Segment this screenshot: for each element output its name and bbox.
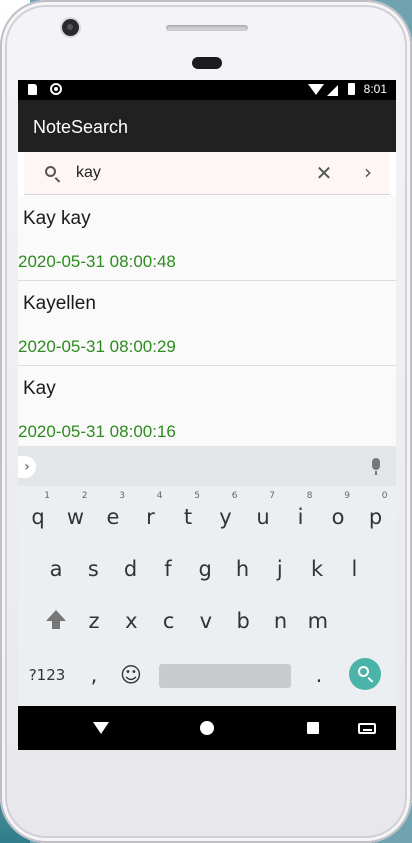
keyboard-search-button[interactable] (349, 658, 381, 690)
status-bar: 8:01 (18, 80, 396, 100)
key-hint-number: 1 (44, 491, 50, 501)
key-v[interactable]: v (188, 600, 224, 642)
search-bar: kay ✕ › (18, 152, 396, 196)
period-key[interactable]: . (301, 654, 337, 696)
key-h[interactable]: h (225, 548, 261, 590)
key-x[interactable]: x (113, 600, 149, 642)
key-a[interactable]: a (38, 548, 74, 590)
key-y[interactable]: y6 (208, 491, 244, 538)
key-letter: r (146, 505, 155, 529)
keyboard-row-3: zxcvbnm (18, 600, 396, 642)
shift-key[interactable] (28, 600, 66, 642)
emoji-key[interactable]: ☺ (113, 654, 149, 696)
key-hint-number: 0 (381, 491, 388, 501)
list-item[interactable]: Kayellen 2020-05-31 08:00:29 (18, 281, 396, 366)
key-letter: i (297, 505, 304, 529)
front-camera (62, 19, 79, 36)
list-item[interactable]: Kay kay 2020-05-31 08:00:48 (18, 196, 396, 281)
key-letter: y (219, 505, 232, 529)
key-l[interactable]: l (336, 548, 372, 590)
search-icon (358, 666, 369, 677)
wifi-icon (308, 84, 324, 95)
notes-list: Kay kay 2020-05-31 08:00:48 Kayellen 202… (18, 196, 396, 451)
note-title: Kayellen (23, 293, 96, 314)
key-letter: w (66, 505, 85, 529)
status-time: 8:01 (363, 82, 387, 96)
key-e[interactable]: e3 (95, 491, 131, 538)
microphone-icon[interactable] (372, 458, 380, 475)
note-date: 2020-05-31 08:00:48 (18, 252, 176, 271)
submit-search-icon[interactable]: › (360, 162, 376, 182)
key-i[interactable]: i8 (283, 491, 319, 538)
key-hint-number: 4 (156, 491, 163, 501)
key-z[interactable]: z (76, 600, 112, 642)
key-w[interactable]: w2 (58, 491, 94, 538)
key-s[interactable]: s (75, 548, 111, 590)
key-hint-number: 9 (344, 491, 350, 501)
symbols-key[interactable]: ?123 (26, 654, 68, 696)
clear-icon[interactable]: ✕ (314, 163, 334, 183)
back-icon[interactable] (93, 722, 109, 734)
key-hint-number: 5 (194, 491, 200, 501)
key-letter: o (331, 505, 345, 529)
note-date: 2020-05-31 08:00:16 (18, 422, 176, 441)
key-d[interactable]: d (113, 548, 149, 590)
key-g[interactable]: g (187, 548, 223, 590)
key-o[interactable]: o9 (320, 491, 356, 538)
key-u[interactable]: u7 (245, 491, 281, 538)
recent-apps-icon[interactable] (307, 722, 319, 734)
list-item[interactable]: Kay 2020-05-31 08:00:16 (18, 366, 396, 451)
battery-icon (348, 83, 355, 95)
proximity-sensor (192, 57, 222, 69)
comma-key[interactable]: , (76, 654, 112, 696)
navigation-bar (18, 706, 396, 750)
sync-icon (50, 83, 62, 95)
key-k[interactable]: k (299, 548, 335, 590)
keyboard-row-4: ?123 , ☺ . (18, 654, 396, 696)
key-r[interactable]: r4 (133, 491, 169, 538)
key-n[interactable]: n (263, 600, 299, 642)
key-p[interactable]: p0 (358, 491, 394, 538)
key-hint-number: 2 (81, 491, 88, 501)
key-letter: q (31, 505, 45, 529)
key-c[interactable]: c (151, 600, 187, 642)
screen: 8:01 NoteSearch kay ✕ › Kay kay 2020-05-… (18, 80, 396, 750)
expand-toolbar-icon[interactable]: › (18, 456, 36, 478)
search-field[interactable]: kay ✕ › (24, 152, 390, 195)
key-f[interactable]: f (150, 548, 186, 590)
key-q[interactable]: q1 (20, 491, 56, 538)
key-hint-number: 7 (269, 491, 275, 501)
signal-icon (327, 85, 338, 96)
search-icon (45, 166, 56, 177)
search-input[interactable]: kay (76, 164, 101, 182)
shift-icon (46, 610, 66, 629)
key-hint-number: 8 (306, 491, 313, 501)
note-date: 2020-05-31 08:00:29 (18, 337, 176, 356)
key-hint-number: 3 (119, 491, 125, 501)
phone-frame: 8:01 NoteSearch kay ✕ › Kay kay 2020-05-… (0, 0, 412, 843)
space-bar[interactable] (159, 664, 291, 688)
sd-card-icon (28, 84, 37, 95)
keyboard-switch-icon[interactable] (358, 723, 376, 734)
key-t[interactable]: t5 (170, 491, 206, 538)
note-title: Kay kay (23, 208, 91, 229)
key-b[interactable]: b (225, 600, 261, 642)
keyboard-row-1: q1w2e3r4t5y6u7i8o9p0 (18, 491, 396, 538)
soft-keyboard: › q1w2e3r4t5y6u7i8o9p0 asdfghjkl zxcvbnm… (18, 446, 396, 706)
key-letter: t (183, 505, 193, 529)
key-letter: p (368, 505, 383, 529)
app-title: NoteSearch (33, 117, 129, 137)
key-letter: e (106, 505, 120, 529)
note-title: Kay (23, 378, 56, 399)
key-letter: u (256, 505, 270, 529)
key-j[interactable]: j (262, 548, 298, 590)
keyboard-suggestion-strip: › (18, 446, 396, 486)
delete-key[interactable] (347, 600, 383, 642)
keyboard-row-2: asdfghjkl (18, 548, 396, 590)
home-icon[interactable] (200, 721, 214, 735)
key-m[interactable]: m (300, 600, 336, 642)
app-bar: NoteSearch (18, 100, 396, 152)
earpiece-speaker (166, 25, 248, 31)
key-hint-number: 6 (231, 491, 238, 501)
